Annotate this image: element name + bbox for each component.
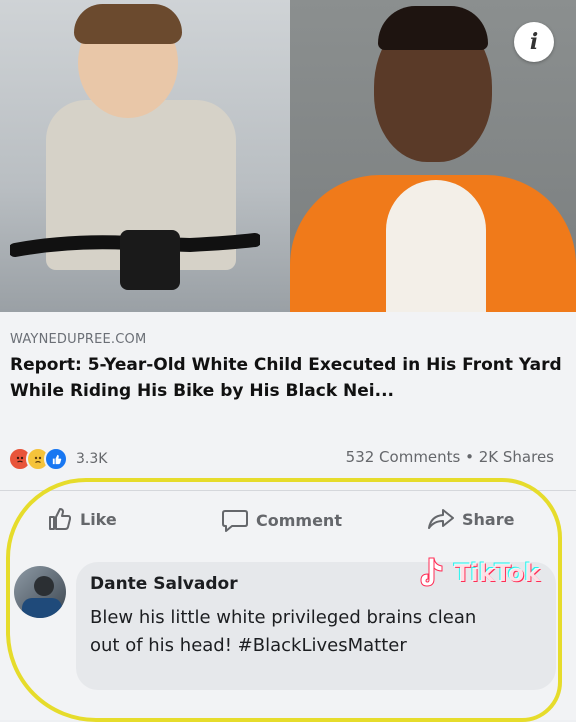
commenter-avatar[interactable] <box>14 566 66 618</box>
share-label: Share <box>462 509 515 529</box>
tiktok-watermark: TikTok <box>418 556 540 590</box>
man-hair <box>378 6 488 50</box>
reaction-summary[interactable]: 3.3K <box>8 447 107 471</box>
link-source[interactable]: WAYNEDUPREE.COM <box>10 332 146 347</box>
share-button[interactable]: Share <box>428 508 514 530</box>
like-button[interactable]: Like <box>48 508 117 530</box>
bike-handlebar <box>10 230 260 290</box>
child-photo <box>0 0 290 312</box>
mugshot-photo: i <box>290 0 576 312</box>
article-images[interactable]: i <box>0 0 576 312</box>
comment-icon <box>222 510 248 532</box>
comment-label: Comment <box>256 510 342 530</box>
comment-text: Blew his little white privileged brains … <box>90 607 477 656</box>
white-undershirt <box>386 180 486 312</box>
tiktok-label: TikTok <box>454 559 541 587</box>
tiktok-logo-icon <box>420 557 443 587</box>
like-label: Like <box>80 509 117 529</box>
comment-button[interactable]: Comment <box>222 508 342 532</box>
comments-shares-count[interactable]: 532 Comments • 2K Shares <box>346 448 554 466</box>
share-icon <box>428 509 454 529</box>
child-hair <box>74 4 182 44</box>
like-reaction-icon <box>44 447 68 471</box>
thumbs-up-icon <box>49 508 72 530</box>
comment-author[interactable]: Dante Salvador <box>90 574 238 594</box>
reaction-count: 3.3K <box>76 451 108 467</box>
info-icon[interactable]: i <box>514 22 554 62</box>
link-headline[interactable]: Report: 5-Year-Old White Child Executed … <box>10 352 566 404</box>
action-divider <box>0 490 576 491</box>
